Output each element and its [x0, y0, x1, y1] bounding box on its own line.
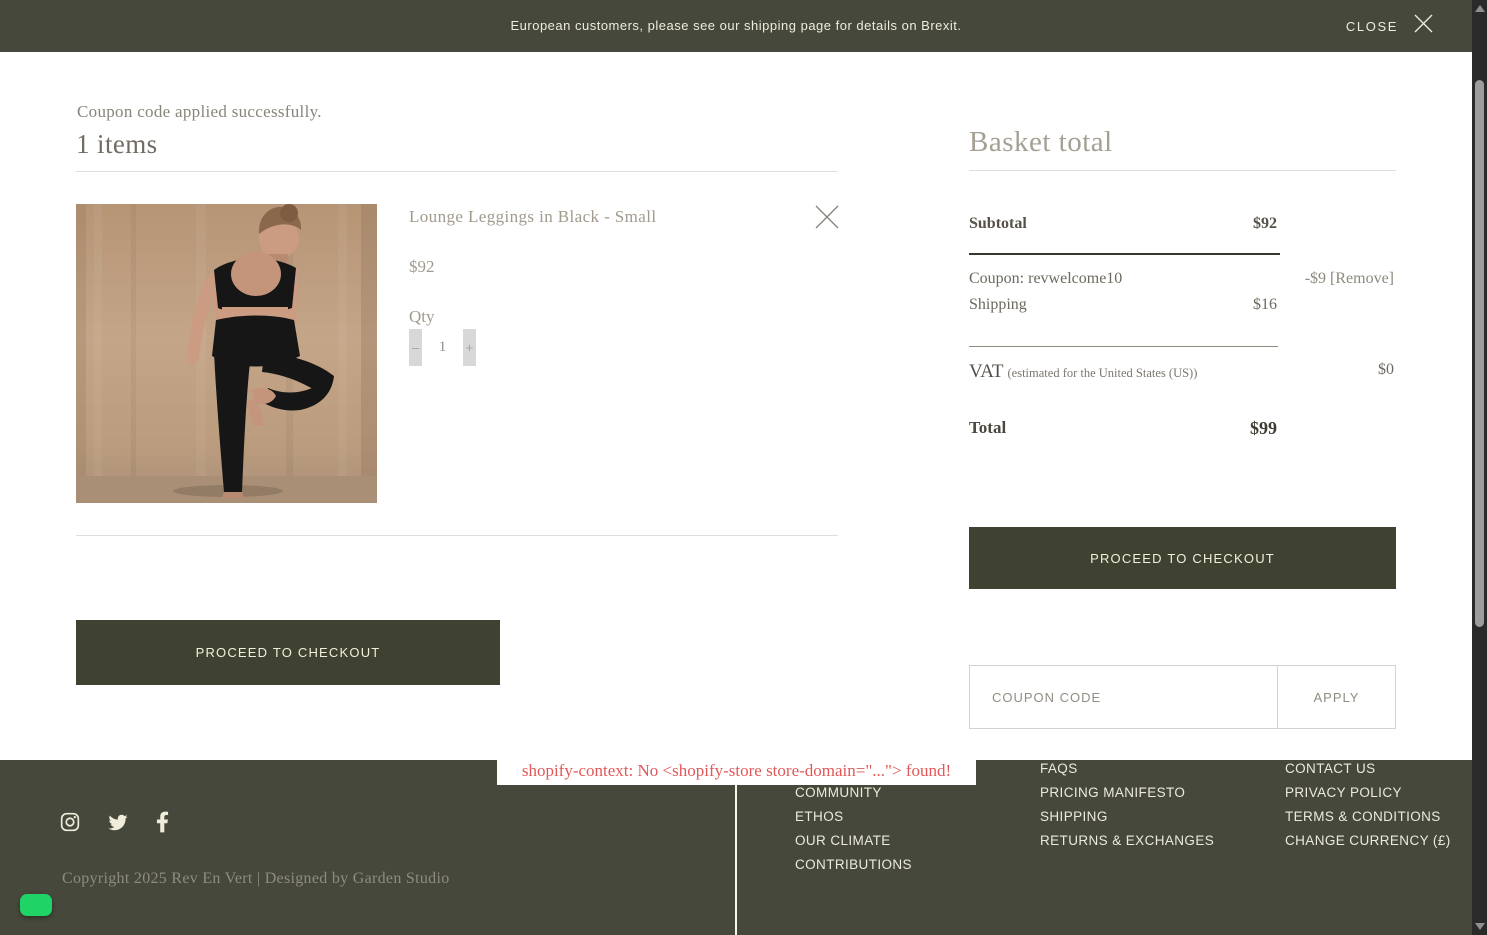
scrollbar-thumb[interactable] [1475, 80, 1484, 627]
footer-link-terms-conditions[interactable]: TERMS & CONDITIONS [1285, 805, 1451, 829]
footer-divider [735, 760, 737, 935]
remove-item-button[interactable] [813, 204, 841, 232]
apply-coupon-button[interactable]: APPLY [1277, 665, 1396, 729]
footer-link-pricing-manifesto[interactable]: PRICING MANIFESTO [1040, 781, 1214, 805]
footer-link-returns-exchanges[interactable]: RETURNS & EXCHANGES [1040, 829, 1214, 853]
twitter-icon[interactable] [107, 813, 129, 832]
shipping-label: Shipping [969, 296, 1027, 313]
social-links [60, 811, 169, 833]
footer-link-shipping[interactable]: SHIPPING [1040, 805, 1214, 829]
scroll-up-arrow-icon[interactable] [1474, 5, 1485, 12]
qty-input[interactable] [423, 329, 462, 366]
divider [969, 346, 1278, 347]
total-value: $99 [1250, 418, 1277, 438]
close-icon [814, 205, 840, 233]
banner-message: European customers, please see our shipp… [510, 18, 962, 33]
coupon-status-message: Coupon code applied successfully. [77, 102, 322, 121]
footer-link-faqs[interactable]: FAQS [1040, 757, 1214, 781]
scroll-down-arrow-icon[interactable] [1474, 923, 1485, 930]
proceed-to-checkout-button[interactable]: PROCEED TO CHECKOUT [76, 620, 500, 685]
divider [969, 253, 1280, 255]
subtotal-value: $92 [1253, 215, 1277, 232]
qty-increase-button[interactable]: + [463, 329, 476, 366]
shipping-row: Shipping $16 [969, 296, 1396, 314]
shopify-error-text: shopify-context: No <shopify-store store… [521, 761, 952, 780]
footer-link-ethos[interactable]: ETHOS [795, 805, 912, 829]
item-title[interactable]: Lounge Leggings in Black - Small [409, 207, 656, 227]
items-count-heading: 1 items [76, 129, 158, 159]
footer-link-contributions[interactable]: CONTRIBUTIONS [795, 853, 912, 877]
subtotal-row: Subtotal $92 [969, 215, 1396, 233]
vat-value: $0 [1378, 361, 1394, 378]
footer-link-our-climate[interactable]: OUR CLIMATE [795, 829, 912, 853]
footer-link-privacy-policy[interactable]: PRIVACY POLICY [1285, 781, 1451, 805]
instagram-icon[interactable] [60, 812, 80, 832]
footer-link-contact-us[interactable]: CONTACT US [1285, 757, 1451, 781]
facebook-icon[interactable] [156, 811, 169, 833]
divider [76, 535, 838, 536]
coupon-code-input[interactable] [969, 665, 1278, 729]
coupon-discount-remove-link[interactable]: -$9 [Remove] [1305, 270, 1394, 288]
footer-column-2: FAQS PRICING MANIFESTO SHIPPING RETURNS … [1040, 757, 1214, 853]
total-label: Total [969, 418, 1007, 437]
vat-row: VAT (estimated for the United States (US… [969, 361, 1396, 383]
proceed-to-checkout-button[interactable]: PROCEED TO CHECKOUT [969, 527, 1396, 589]
copyright-text: Copyright 2025 Rev En Vert | Designed by… [62, 870, 450, 887]
scrollbar[interactable] [1472, 0, 1487, 935]
qty-label: Qty [409, 307, 435, 326]
widget-badge[interactable] [20, 894, 52, 916]
product-image[interactable] [76, 204, 377, 503]
vat-note: (estimated for the United States (US)) [1007, 366, 1198, 380]
divider [969, 170, 1396, 171]
footer: COMMUNITY ETHOS OUR CLIMATE CONTRIBUTION… [0, 760, 1487, 935]
banner-close-label: CLOSE [1345, 18, 1398, 34]
shopify-error-overlay: shopify-context: No <shopify-store store… [497, 757, 976, 785]
item-price: $92 [409, 257, 435, 276]
coupon-row: Coupon: revwelcome10 -$9 [Remove] [969, 270, 1396, 288]
footer-link-change-currency[interactable]: CHANGE CURRENCY (£) [1285, 829, 1451, 853]
basket-page: European customers, please see our shipp… [0, 0, 1487, 935]
subtotal-label: Subtotal [969, 215, 1027, 232]
total-row: Total $99 [969, 418, 1396, 438]
footer-column-3: CONTACT US PRIVACY POLICY TERMS & CONDIT… [1285, 757, 1451, 853]
basket-total-heading: Basket total [969, 126, 1113, 158]
shipping-value: $16 [1253, 296, 1277, 313]
coupon-label: Coupon: revwelcome10 [969, 270, 1123, 287]
vat-label: VAT [969, 361, 1004, 382]
announcement-banner: European customers, please see our shipp… [0, 0, 1472, 52]
banner-close-button[interactable]: CLOSE [1346, 0, 1434, 52]
footer-column-1: COMMUNITY ETHOS OUR CLIMATE CONTRIBUTION… [795, 781, 912, 877]
qty-decrease-button[interactable]: – [409, 329, 422, 366]
close-icon [1413, 13, 1434, 39]
divider [76, 171, 838, 172]
